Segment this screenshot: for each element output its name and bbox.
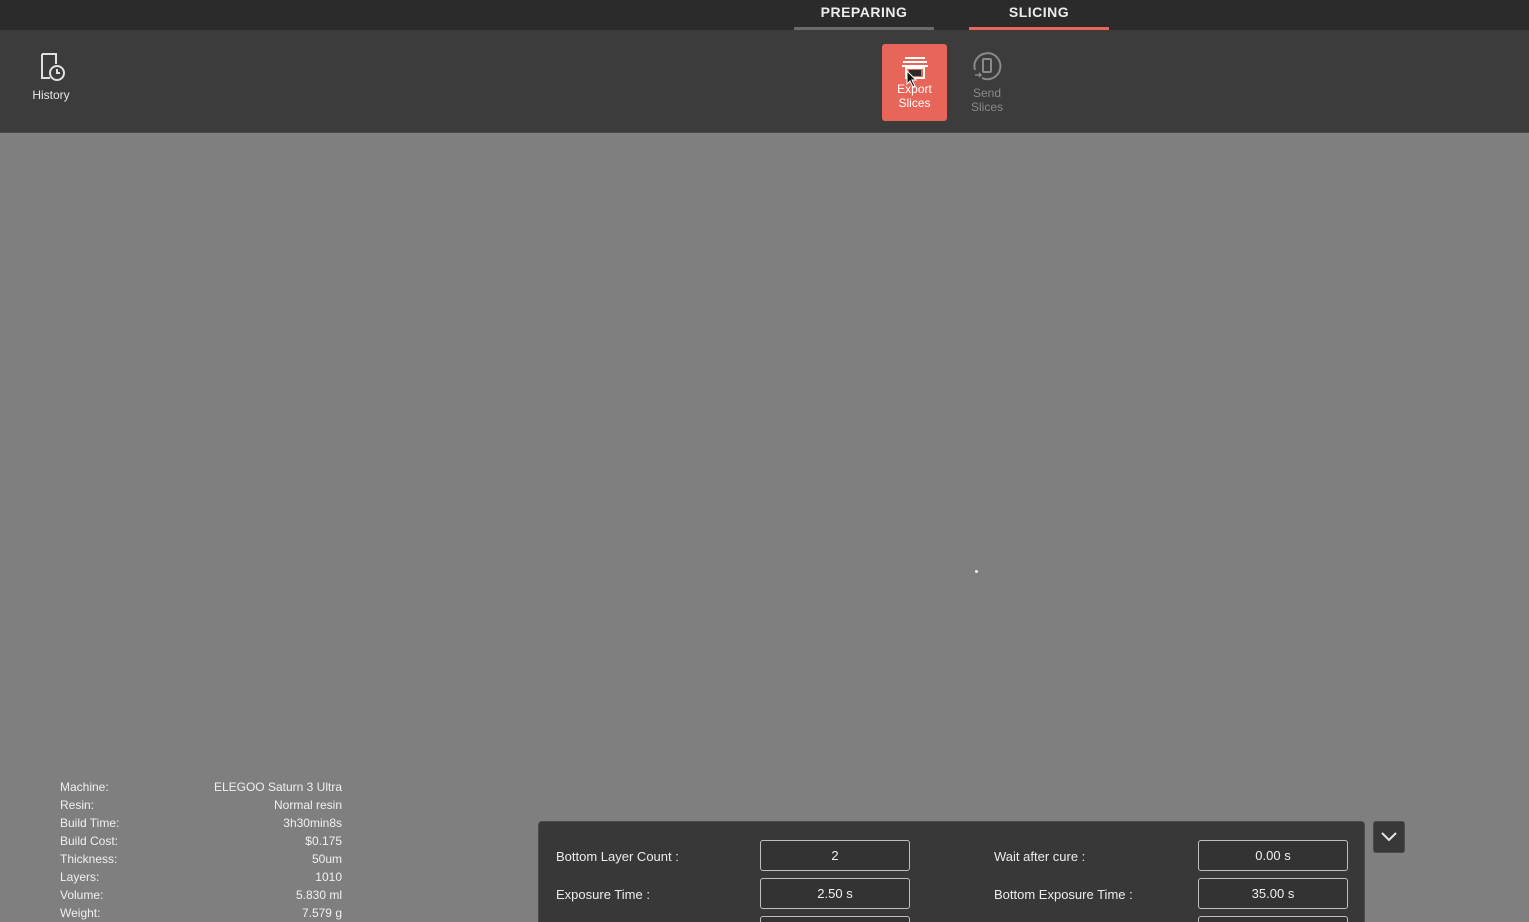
bottom-layer-count-label: Bottom Layer Count : [556,849,679,864]
exposure-time-field[interactable]: 2.50 s [760,878,910,909]
toolbar: History Export Slices Send Slices [0,30,1529,133]
bottom-layer-count-field[interactable]: 2 [760,840,910,871]
info-row-layers: Layers: 1010 [60,868,342,886]
history-button[interactable]: History [24,50,78,102]
slice-info-panel: Machine: ELEGOO Saturn 3 Ultra Resin: No… [60,778,342,922]
history-icon [41,53,65,81]
info-value: $0.175 [305,834,342,848]
info-value: Normal resin [273,798,342,812]
info-label: Volume: [60,888,104,902]
info-row-thickness: Thickness: 50um [60,850,342,868]
collapse-panel-button[interactable] [1373,821,1405,853]
bottom-exposure-time-label: Bottom Exposure Time : [994,887,1133,902]
next-param-field[interactable] [760,916,910,922]
exposure-time-label: Exposure Time : [556,887,650,902]
info-value: 7.579 g [301,906,342,920]
info-row-build-cost: Build Cost: $0.175 [60,832,342,850]
send-slices-label-2: Slices [970,100,1003,114]
info-label: Layers: [60,870,100,884]
tab-preparing[interactable]: PREPARING [794,0,934,30]
history-label: History [32,88,70,102]
info-label: Build Cost: [60,834,119,848]
info-row-resin: Resin: Normal resin [60,796,342,814]
info-label: Weight: [60,906,101,920]
tab-preparing-label: PREPARING [820,4,908,20]
wait-after-cure-field[interactable]: 0.00 s [1198,840,1348,871]
next-param-field-right[interactable] [1198,916,1348,922]
mouse-cursor-icon [906,70,918,88]
tab-slicing[interactable]: SLICING [969,0,1109,30]
info-value: 5.830 ml [295,888,342,902]
info-value: 3h30min8s [283,816,342,830]
info-row-weight: Weight: 7.579 g [60,904,342,922]
top-tab-bar: PREPARING SLICING [0,0,1529,30]
info-row-machine: Machine: ELEGOO Saturn 3 Ultra [60,778,342,796]
info-label: Thickness: [60,852,118,866]
chevron-down-icon [1381,832,1397,842]
slice-params-panel: Bottom Layer Count : 2 Wait after cure :… [538,821,1365,922]
bottom-exposure-time-field[interactable]: 35.00 s [1198,878,1348,909]
info-value: 50um [311,852,342,866]
info-label: Machine: [60,780,109,794]
info-row-volume: Volume: 5.830 ml [60,886,342,904]
send-slices-icon [973,52,1002,81]
info-value: ELEGOO Saturn 3 Ultra [213,780,342,794]
tab-slicing-label: SLICING [1008,4,1070,20]
info-label: Resin: [60,798,95,812]
info-value: 1010 [315,870,342,884]
send-slices-button[interactable]: Send Slices [955,50,1019,114]
info-label: Build Time: [60,816,120,830]
wait-after-cure-label: Wait after cure : [994,849,1086,864]
send-slices-label-1: Send [972,86,1002,100]
model-preview-dot [975,570,978,573]
export-slices-label-2: Slices [898,96,931,110]
info-row-build-time: Build Time: 3h30min8s [60,814,342,832]
